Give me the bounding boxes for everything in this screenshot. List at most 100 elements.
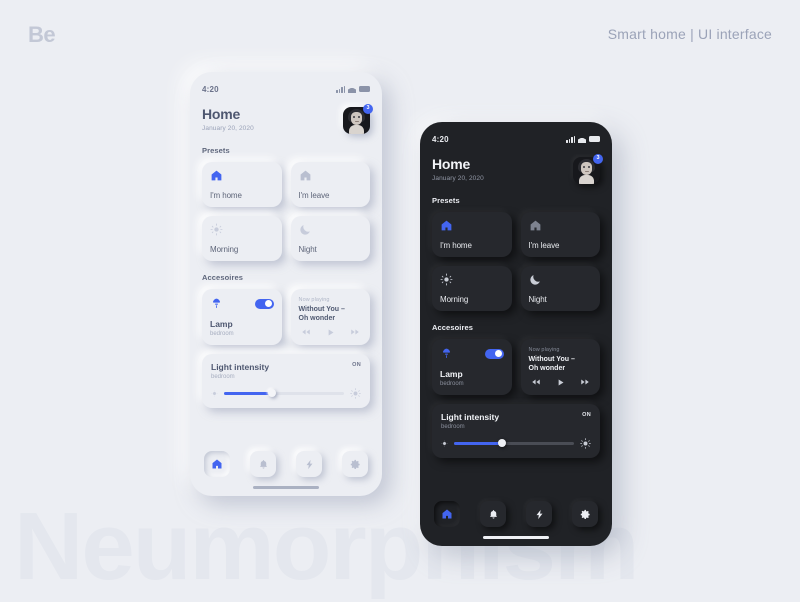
sun-icon [440, 273, 453, 286]
nav-button-home[interactable] [204, 451, 230, 477]
dim-sun-icon [441, 440, 448, 447]
nav-button-energy[interactable] [526, 501, 552, 527]
preset-card-night[interactable]: Night [521, 266, 601, 311]
header-text: Home January 20, 2020 [202, 107, 254, 132]
slider-thumb[interactable] [498, 439, 506, 447]
screen-light: 4:20 Home January 20, 2020 [190, 72, 382, 496]
now-playing-label: Now playing [529, 347, 593, 353]
bottom-nav [432, 501, 600, 527]
preset-label: Night [299, 245, 363, 254]
light-intensity-text: Light intensity bedroom [211, 362, 269, 380]
notification-badge: 3 [363, 104, 373, 114]
moon-icon [529, 273, 542, 286]
page-date: January 20, 2020 [432, 175, 484, 182]
screen-dark: 4:20 Home January 20, 2020 [420, 122, 612, 546]
status-time: 4:20 [432, 135, 449, 144]
slider-track[interactable] [224, 392, 344, 395]
play-icon[interactable] [326, 328, 335, 337]
phone-mockup-dark: 4:20 Home January 20, 2020 [420, 122, 612, 546]
nav-button-settings[interactable] [342, 451, 368, 477]
house-icon [210, 169, 223, 182]
house-icon [529, 219, 542, 232]
track-line-1: Without You – [529, 356, 575, 363]
preset-label: Morning [210, 245, 274, 254]
status-bar: 4:20 [202, 82, 370, 96]
media-player-card[interactable]: Now playing Without You – Oh wonder [521, 339, 601, 395]
lamp-icon [440, 347, 453, 360]
header-text: Home January 20, 2020 [432, 157, 484, 182]
preset-card-im-leave[interactable]: I'm leave [291, 162, 371, 207]
slider-fill [454, 442, 502, 445]
status-icons [336, 86, 370, 93]
preset-label: I'm home [210, 191, 274, 200]
nav-button-notifications[interactable] [250, 451, 276, 477]
preset-label: Morning [440, 295, 504, 304]
bright-sun-icon [350, 388, 361, 399]
status-icons [566, 136, 600, 143]
signal-icon [566, 136, 575, 143]
rewind-icon[interactable] [531, 377, 541, 387]
nav-button-notifications[interactable] [480, 501, 506, 527]
lamp-toggle[interactable] [255, 299, 274, 309]
house-icon [440, 219, 453, 232]
lamp-title: Lamp [440, 370, 504, 379]
presets-section-label: Presets [432, 196, 600, 205]
play-icon[interactable] [556, 378, 565, 387]
avatar-wrapper[interactable]: 3 [343, 107, 370, 134]
nav-button-settings[interactable] [572, 501, 598, 527]
page-date: January 20, 2020 [202, 125, 254, 132]
wifi-icon [578, 136, 586, 143]
preset-card-im-home[interactable]: I'm home [432, 212, 512, 257]
house-icon [299, 169, 312, 182]
preset-card-morning[interactable]: Morning [432, 266, 512, 311]
lamp-toggle[interactable] [485, 349, 504, 359]
page-title: Home [432, 157, 484, 172]
preset-card-morning[interactable]: Morning [202, 216, 282, 261]
bell-icon [258, 459, 269, 470]
rewind-icon[interactable] [301, 327, 311, 337]
lamp-card-top [440, 347, 504, 360]
lamp-card-top [210, 297, 274, 310]
preset-card-im-leave[interactable]: I'm leave [521, 212, 601, 257]
bolt-icon [304, 459, 315, 470]
gear-icon [580, 509, 591, 520]
avatar-wrapper[interactable]: 3 [573, 157, 600, 184]
light-intensity-slider-row [211, 388, 361, 399]
brand-logo: Be [28, 22, 55, 48]
light-intensity-status: ON [582, 412, 591, 418]
media-controls [529, 377, 593, 387]
light-intensity-card[interactable]: Light intensity bedroom ON [432, 404, 600, 458]
bolt-icon [534, 509, 545, 520]
page-title: Home [202, 107, 254, 122]
track-line-2: Oh wonder [299, 315, 336, 322]
media-controls [299, 327, 363, 337]
forward-icon[interactable] [350, 327, 360, 337]
preset-card-im-home[interactable]: I'm home [202, 162, 282, 207]
now-playing-label: Now playing [299, 297, 363, 303]
phone-mockup-light: 4:20 Home January 20, 2020 [190, 72, 382, 496]
lamp-card[interactable]: Lamp bedroom [432, 339, 512, 395]
slider-track[interactable] [454, 442, 574, 445]
lamp-card[interactable]: Lamp bedroom [202, 289, 282, 345]
accessories-row: Lamp bedroom Now playing Without You – O… [432, 339, 600, 395]
forward-icon[interactable] [580, 377, 590, 387]
presets-section-label: Presets [202, 146, 370, 155]
status-bar: 4:20 [432, 132, 600, 146]
lamp-text: Lamp bedroom [210, 320, 274, 337]
preset-card-night[interactable]: Night [291, 216, 371, 261]
media-player-card[interactable]: Now playing Without You – Oh wonder [291, 289, 371, 345]
preset-label: I'm leave [299, 191, 363, 200]
nav-button-home[interactable] [434, 501, 460, 527]
house-icon [211, 458, 223, 470]
battery-icon [359, 86, 370, 92]
slider-thumb[interactable] [268, 389, 276, 397]
light-intensity-card[interactable]: Light intensity bedroom ON [202, 354, 370, 408]
preset-label: I'm leave [529, 241, 593, 250]
light-intensity-top: Light intensity bedroom ON [441, 412, 591, 430]
app-header: Home January 20, 2020 3 [432, 157, 600, 184]
nav-button-energy[interactable] [296, 451, 322, 477]
presets-grid: I'm home I'm leave Morning [202, 162, 370, 261]
lamp-subtitle: bedroom [440, 381, 504, 387]
accessories-row: Lamp bedroom Now playing Without You – O… [202, 289, 370, 345]
accessories-section-label: Accesoires [202, 273, 370, 282]
